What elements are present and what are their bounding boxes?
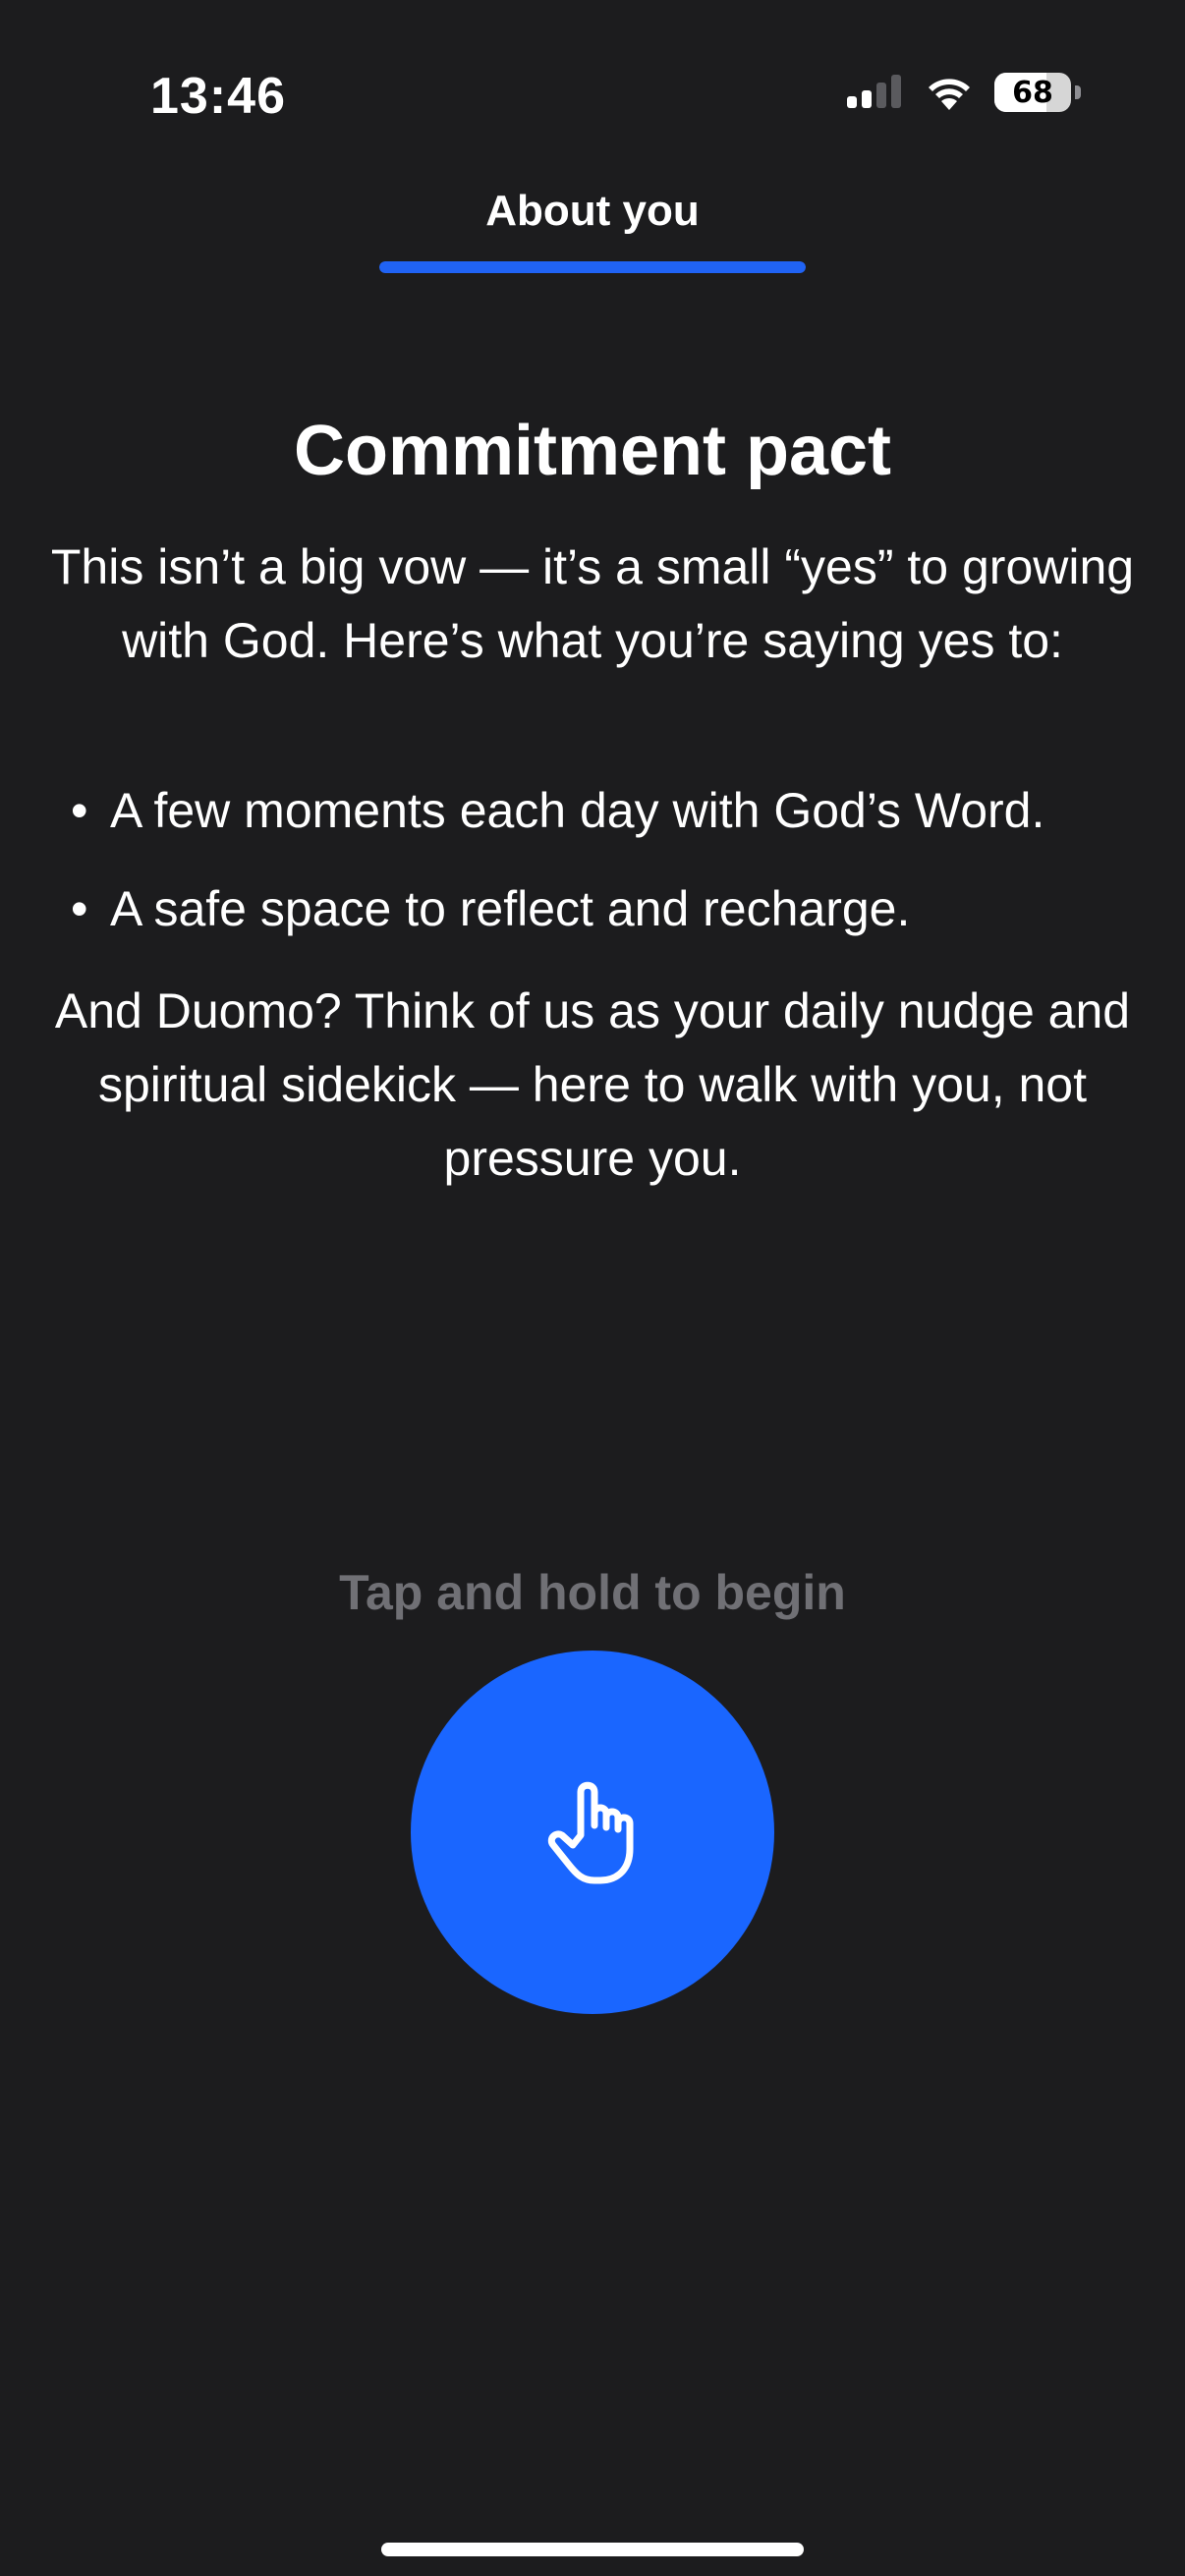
tap-hold-button[interactable] [411, 1651, 774, 2014]
bullet-dot: • [71, 881, 88, 936]
list-item-text: A safe space to reflect and recharge. [110, 881, 911, 936]
page-title: Commitment pact [293, 412, 892, 490]
home-indicator [381, 2543, 804, 2556]
outro-text: And Duomo? Think of us as your daily nud… [54, 983, 1131, 1186]
status-icons: 68 [845, 73, 1081, 112]
progress-bar [379, 261, 806, 273]
tap-hold-hint: Tap and hold to begin [339, 1565, 846, 1620]
list-item: • A safe space to reflect and recharge. [71, 872, 1152, 946]
hand-pointer-icon [547, 1781, 634, 1884]
list-item: • A few moments each day with God’s Word. [71, 774, 1152, 848]
list-item-text: A few moments each day with God’s Word. [110, 783, 1045, 838]
signal-icon [847, 75, 901, 108]
header-title: About you [485, 187, 700, 235]
wifi-icon [929, 79, 970, 110]
status-time: 13:46 [150, 68, 286, 125]
battery-level: 68 [1012, 75, 1053, 110]
progress-fill [379, 261, 806, 273]
bullet-dot: • [71, 783, 88, 838]
battery-icon: 68 [994, 73, 1071, 112]
commitment-list: • A few moments each day with God’s Word.… [71, 774, 1152, 971]
intro-text: This isn’t a big vow — it’s a small “yes… [50, 539, 1135, 668]
battery-tip [1075, 85, 1081, 99]
